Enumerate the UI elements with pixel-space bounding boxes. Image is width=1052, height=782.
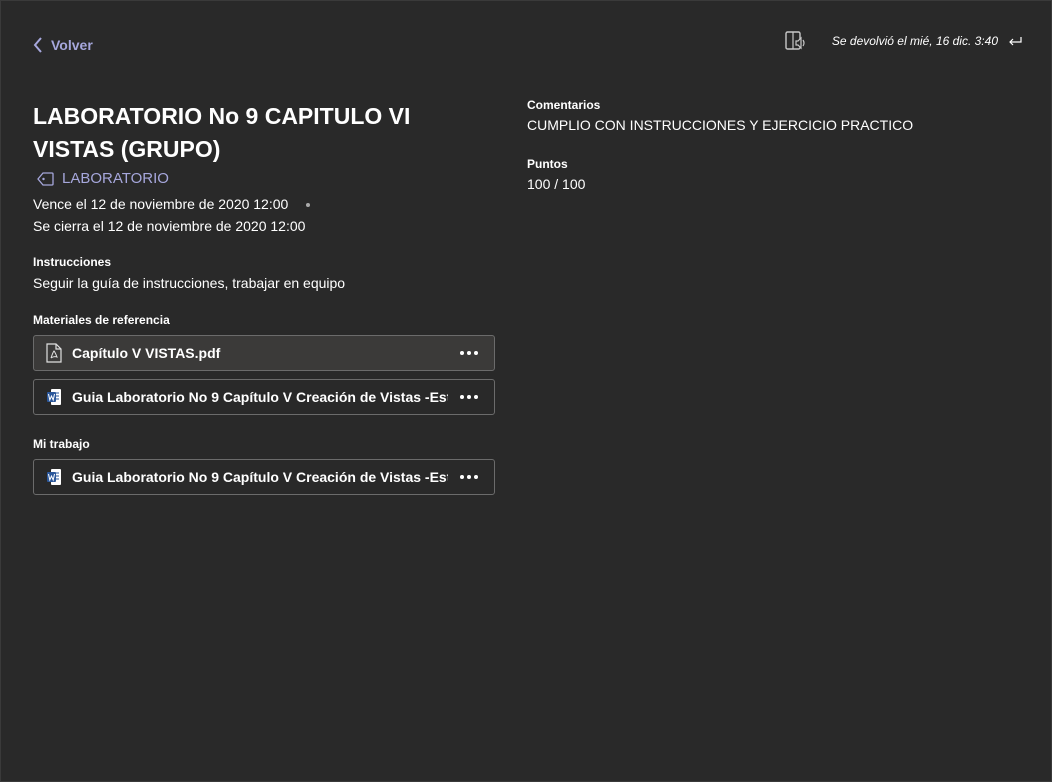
reference-file-card[interactable]: Guia Laboratorio No 9 Capítulo V Creació… bbox=[33, 379, 495, 415]
back-label: Volver bbox=[51, 37, 93, 53]
returned-status: Se devolvió el mié, 16 dic. 3:40 bbox=[831, 34, 998, 48]
reference-file-card[interactable]: Capítulo V VISTAS.pdf bbox=[33, 335, 495, 371]
dates: Vence el 12 de noviembre de 2020 12:00 S… bbox=[33, 193, 495, 237]
return-arrow-icon bbox=[1009, 37, 1022, 46]
tag-icon bbox=[37, 171, 54, 186]
work-file-card[interactable]: Guia Laboratorio No 9 Capítulo V Creació… bbox=[33, 459, 495, 495]
more-options-button[interactable] bbox=[456, 391, 482, 403]
back-button[interactable]: Volver bbox=[33, 37, 93, 53]
category-label: LABORATORIO bbox=[62, 170, 169, 187]
points-value: 100 / 100 bbox=[527, 176, 586, 192]
pdf-file-icon bbox=[46, 343, 62, 363]
separator-dot bbox=[306, 203, 311, 208]
instructions-label: Instrucciones bbox=[33, 255, 112, 269]
file-name: Guia Laboratorio No 9 Capítulo V Creació… bbox=[72, 389, 448, 405]
immersive-reader-icon[interactable] bbox=[784, 30, 808, 52]
assignment-details: LABORATORIO No 9 CAPITULO VI VISTAS (GRU… bbox=[33, 100, 495, 495]
word-file-icon bbox=[47, 389, 61, 405]
comments-text: CUMPLIO CON INSTRUCCIONES Y EJERCICIO PR… bbox=[527, 117, 914, 133]
category-tag: LABORATORIO bbox=[37, 170, 495, 187]
more-options-button[interactable] bbox=[456, 347, 482, 359]
chevron-left-icon bbox=[33, 37, 42, 53]
status-bar: Se devolvió el mié, 16 dic. 3:40 bbox=[784, 30, 1022, 52]
file-name: Guia Laboratorio No 9 Capítulo V Creació… bbox=[72, 469, 448, 485]
references-label: Materiales de referencia bbox=[33, 313, 170, 327]
feedback-panel: Comentarios CUMPLIO CON INSTRUCCIONES Y … bbox=[527, 98, 913, 192]
comments-label: Comentarios bbox=[527, 98, 601, 112]
my-work-label: Mi trabajo bbox=[33, 437, 90, 451]
word-file-icon bbox=[47, 469, 61, 485]
file-name: Capítulo V VISTAS.pdf bbox=[72, 345, 221, 361]
close-date: Se cierra el 12 de noviembre de 2020 12:… bbox=[33, 218, 306, 234]
points-label: Puntos bbox=[527, 157, 568, 171]
assignment-title: LABORATORIO No 9 CAPITULO VI VISTAS (GRU… bbox=[33, 103, 411, 162]
more-options-button[interactable] bbox=[456, 471, 482, 483]
instructions-text: Seguir la guía de instrucciones, trabaja… bbox=[33, 275, 346, 291]
due-date: Vence el 12 de noviembre de 2020 12:00 bbox=[33, 196, 289, 212]
